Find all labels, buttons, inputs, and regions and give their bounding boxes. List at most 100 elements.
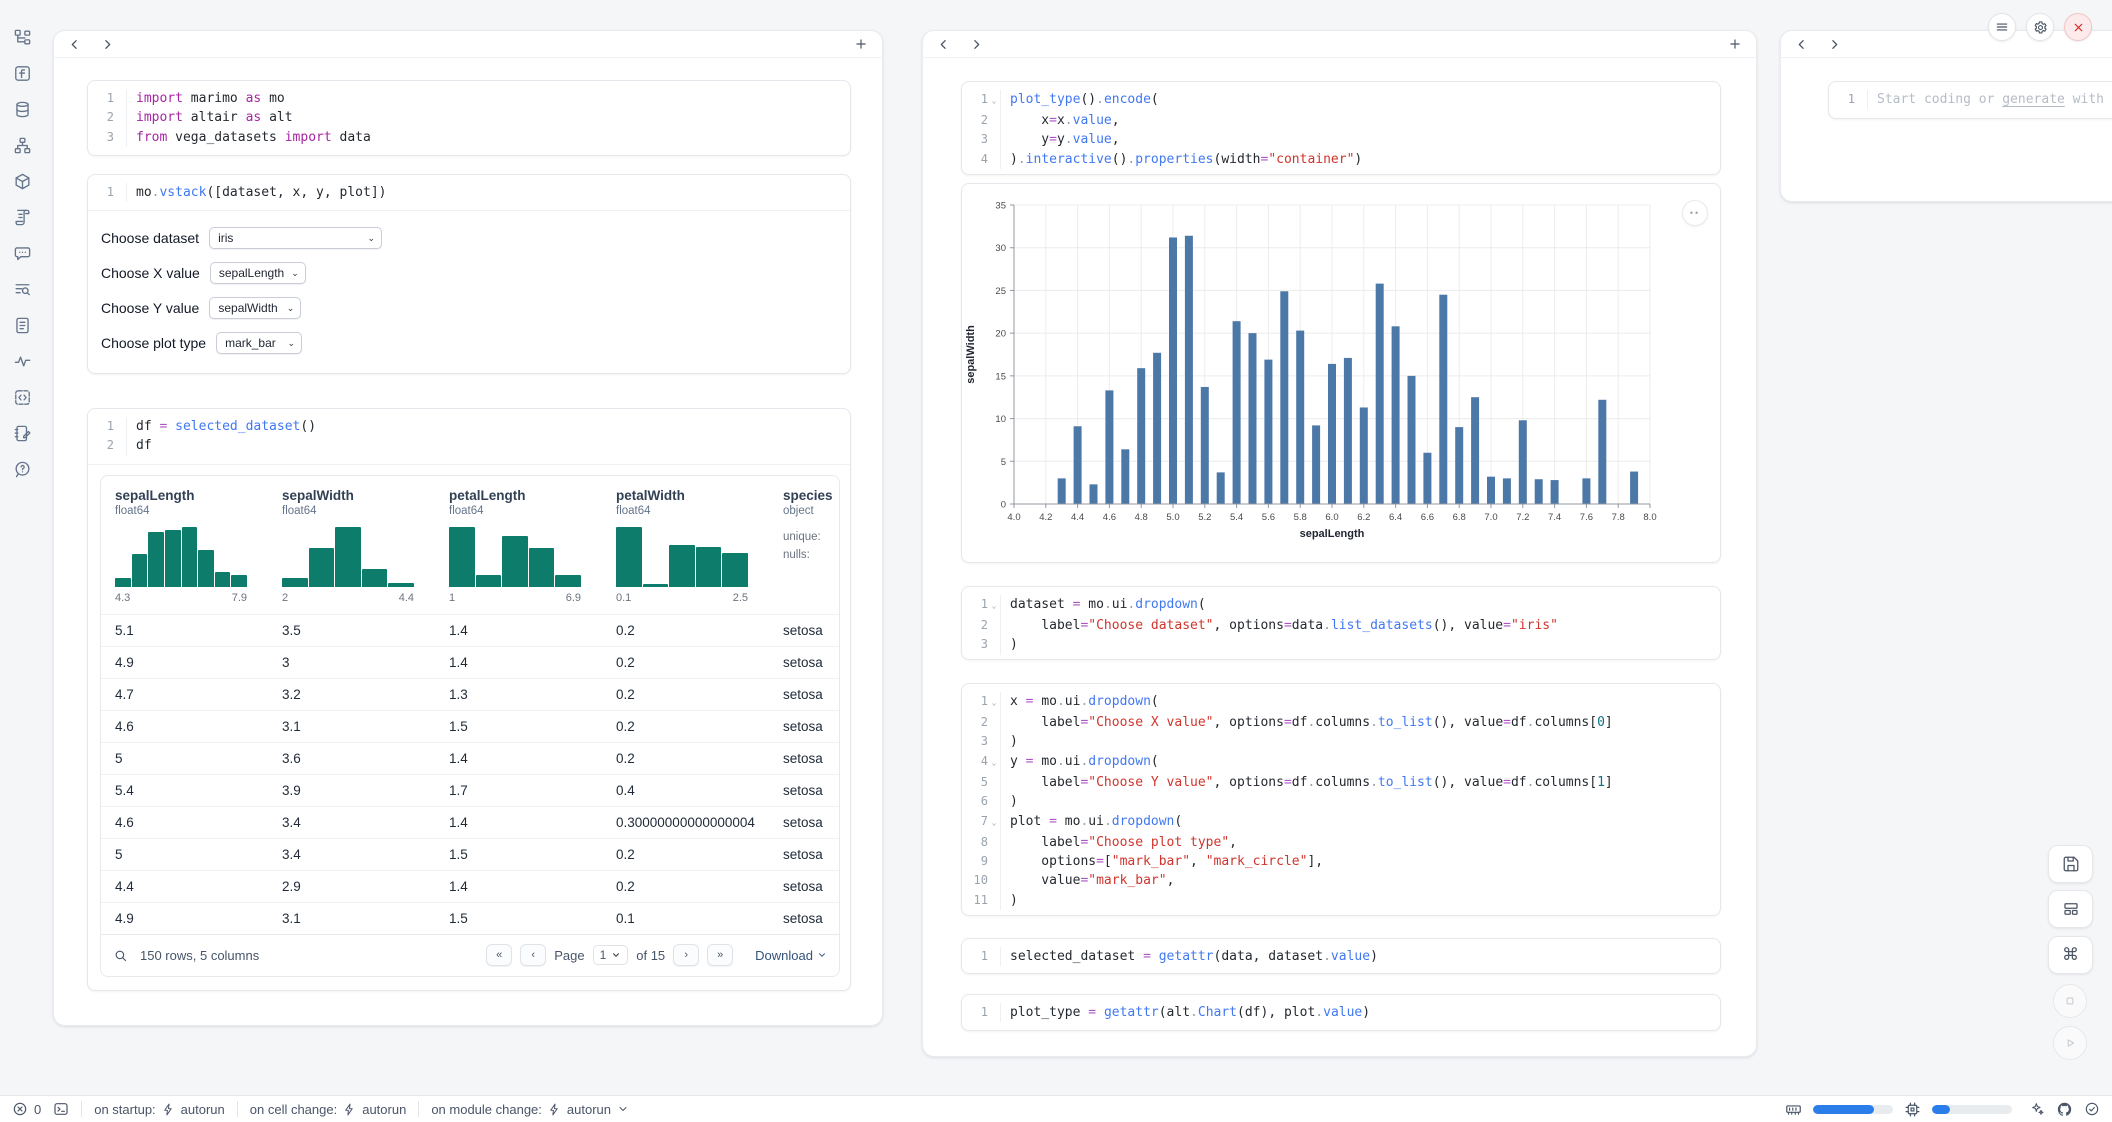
explorer-icon[interactable] (10, 28, 34, 47)
first-page-button[interactable]: « (486, 944, 512, 966)
table-row: 4.63.11.50.2setosa (101, 710, 839, 742)
dataset-dropdown-cell[interactable]: 1⌄dataset = mo.ui.dropdown(2 label="Choo… (961, 586, 1721, 660)
add-column-button[interactable] (1728, 37, 1742, 51)
tracing-icon[interactable] (10, 352, 34, 371)
search-icon[interactable] (113, 948, 128, 963)
code-editor[interactable]: 1⌄plot_type().encode(2 x=x.value,3 y=y.v… (962, 82, 1720, 175)
fold-toggle[interactable]: ⌄ (988, 692, 1000, 713)
next-page-button[interactable]: › (673, 944, 699, 966)
table-cell: 3.1 (268, 719, 435, 734)
fold-toggle[interactable]: ⌄ (988, 90, 1000, 111)
generate-with-ai-link[interactable]: generate (2002, 92, 2065, 107)
code-editor[interactable]: 1mo.vstack([dataset, x, y, plot]) (88, 175, 850, 210)
packages-icon[interactable] (10, 172, 34, 191)
table-cell: setosa (769, 719, 840, 734)
column-header-sepalWidth[interactable]: sepalWidthfloat6424.4 (268, 476, 435, 614)
add-column-button[interactable] (854, 37, 868, 51)
last-page-button[interactable]: » (707, 944, 733, 966)
vstack-cell[interactable]: 1mo.vstack([dataset, x, y, plot])Choose … (87, 174, 851, 374)
fold-toggle[interactable]: ⌄ (988, 752, 1000, 773)
column-next-button[interactable] (1828, 38, 1841, 51)
column-header-petalWidth[interactable]: petalWidthfloat640.12.5 (602, 476, 769, 614)
fold-toggle[interactable]: ⌄ (988, 595, 1000, 616)
logs-icon[interactable] (10, 208, 34, 227)
bar-6.1 (1344, 358, 1352, 504)
table-cell: 0.2 (602, 879, 769, 894)
column-next-button[interactable] (101, 38, 114, 51)
imports-cell[interactable]: 1import marimo as mo2import altair as al… (87, 80, 851, 156)
selected-dataset-cell[interactable]: 1selected_dataset = getattr(data, datase… (961, 938, 1721, 974)
on-module-change-config[interactable]: on module change: autorun (431, 1102, 629, 1117)
status-bar: 0 on startup: autorun on cell change: au… (0, 1095, 2112, 1122)
column-header-species[interactable]: speciesobjectunique:nulls: (769, 476, 840, 614)
histogram-bar (309, 548, 335, 587)
code-editor[interactable]: 1df = selected_dataset()2df (88, 409, 850, 464)
svg-text:7.0: 7.0 (1484, 512, 1497, 523)
chevron-down-icon: ⌄ (291, 268, 299, 279)
column-prev-button[interactable] (1795, 38, 1808, 51)
keyboard-shortcuts-button[interactable]: ⌘ (2048, 936, 2093, 974)
bar-7.3 (1535, 479, 1543, 504)
column-prev-button[interactable] (68, 38, 81, 51)
page-select[interactable]: 1 (593, 945, 629, 965)
code-editor[interactable]: 1import marimo as mo2import altair as al… (88, 81, 850, 155)
run-button[interactable] (2053, 1026, 2087, 1060)
column-header-sepalLength[interactable]: sepalLengthfloat644.37.9 (101, 476, 268, 614)
dataframe-cell[interactable]: 1df = selected_dataset()2df sepalLengthfl… (87, 408, 851, 991)
column-header-petalLength[interactable]: petalLengthfloat6416.9 (435, 476, 602, 614)
documentation-icon[interactable] (10, 316, 34, 335)
menu-button[interactable] (1988, 13, 2016, 41)
code-line: 2 label="Choose dataset", options=data.l… (962, 616, 1720, 635)
functions-icon[interactable] (10, 64, 34, 83)
table-cell: 0.30000000000000004 (602, 815, 769, 830)
github-icon[interactable] (2056, 1101, 2073, 1118)
outline-icon[interactable] (10, 280, 34, 299)
save-button[interactable] (2048, 845, 2093, 883)
status-check-button[interactable] (2084, 1101, 2100, 1117)
download-button[interactable]: Download (755, 948, 827, 963)
dropdown-x-value[interactable]: sepalLength⌄ (210, 262, 306, 284)
prev-page-button[interactable]: ‹ (520, 944, 546, 966)
snippets-icon[interactable] (10, 388, 34, 407)
stop-button[interactable] (2053, 984, 2087, 1018)
table-cell: 1.3 (435, 687, 602, 702)
terminal-button[interactable] (53, 1101, 69, 1117)
layout-button[interactable] (2048, 890, 2093, 928)
errors-indicator[interactable]: 0 (12, 1101, 41, 1117)
settings-gear-button[interactable] (2026, 13, 2054, 41)
chart-menu-button[interactable]: •• (1682, 200, 1708, 226)
table-cell: 3.5 (268, 623, 435, 638)
plot-cell[interactable]: 1⌄plot_type().encode(2 x=x.value,3 y=y.v… (961, 81, 1721, 175)
code-editor[interactable]: 1selected_dataset = getattr(data, datase… (962, 939, 1720, 974)
svg-text:5.8: 5.8 (1294, 512, 1307, 523)
bar-5.3 (1217, 472, 1225, 504)
close-icon[interactable] (2064, 13, 2092, 41)
scratchpad-placeholder[interactable]: Start coding or generate with AI (1877, 90, 2112, 109)
ai-sparkles-button[interactable] (2029, 1101, 2045, 1117)
code-editor[interactable]: 1⌄x = mo.ui.dropdown(2 label="Choose X v… (962, 684, 1720, 916)
on-cell-change-config[interactable]: on cell change: autorun (250, 1102, 407, 1117)
dependencies-icon[interactable] (10, 136, 34, 155)
svg-text:4.4: 4.4 (1071, 512, 1084, 523)
table-row: 53.61.40.2setosa (101, 742, 839, 774)
bar-4.3 (1058, 478, 1066, 504)
histogram-bar (231, 575, 247, 587)
dropdown-y-value[interactable]: sepalWidth⌄ (209, 297, 301, 319)
chat-icon[interactable] (10, 244, 34, 263)
column-1-toolbar (54, 31, 882, 58)
plot-type-cell[interactable]: 1plot_type = getattr(alt.Chart(df), plot… (961, 994, 1721, 1031)
column-prev-button[interactable] (937, 38, 950, 51)
dropdown-plot-type[interactable]: mark_bar⌄ (216, 332, 302, 354)
bar-4.5 (1090, 484, 1098, 504)
dropdown-dataset[interactable]: iris⌄ (209, 227, 382, 249)
fold-toggle[interactable]: ⌄ (988, 812, 1000, 833)
xy-plot-dropdowns-cell[interactable]: 1⌄x = mo.ui.dropdown(2 label="Choose X v… (961, 683, 1721, 916)
scratchpad-icon[interactable] (10, 424, 34, 443)
column-next-button[interactable] (970, 38, 983, 51)
datasources-icon[interactable] (10, 100, 34, 119)
code-editor[interactable]: 1plot_type = getattr(alt.Chart(df), plot… (962, 995, 1720, 1030)
feedback-icon[interactable] (10, 460, 34, 479)
code-editor[interactable]: 1⌄dataset = mo.ui.dropdown(2 label="Choo… (962, 587, 1720, 660)
scratchpad-cell[interactable]: 1 Start coding or generate with AI (1828, 81, 2112, 119)
on-startup-config[interactable]: on startup: autorun (94, 1102, 225, 1117)
